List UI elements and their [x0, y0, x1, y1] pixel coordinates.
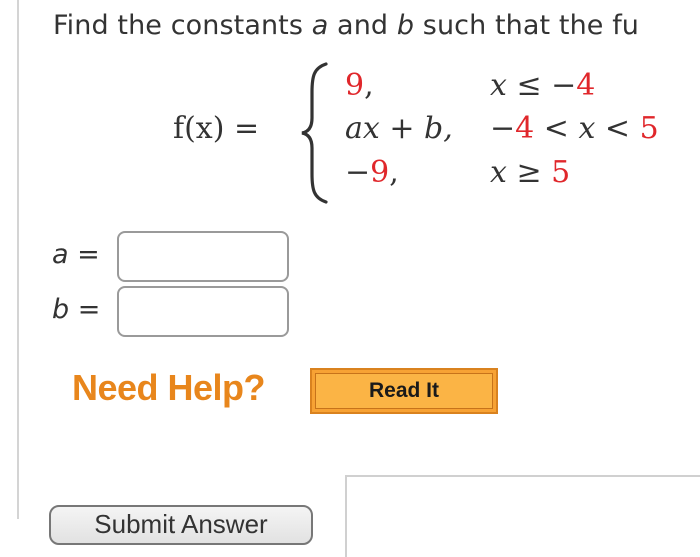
piece-1-condition: x ≤ −4: [490, 68, 596, 103]
submit-answer-button[interactable]: Submit Answer: [49, 505, 313, 545]
b-label: b =: [52, 294, 101, 325]
piece-3-value: −9,: [345, 155, 399, 190]
read-it-label: Read It: [315, 373, 493, 409]
function-lhs: f(x) =: [173, 111, 260, 146]
b-answer-input[interactable]: [117, 286, 289, 337]
piecewise-function: f(x) = 9, x ≤ −4 ax + b, −4 < x < 5 −9, …: [0, 0, 700, 230]
piece-1-value: 9,: [345, 68, 374, 103]
piece-2-value: ax + b,: [345, 111, 453, 146]
piece-2-condition: −4 < x < 5: [490, 111, 659, 146]
piece-3-condition: x ≥ 5: [490, 155, 571, 190]
left-brace-icon: [301, 62, 328, 204]
need-help-label: Need Help?: [72, 367, 266, 408]
side-panel: [345, 475, 700, 557]
read-it-button[interactable]: Read It: [310, 368, 498, 414]
a-label: a =: [52, 239, 100, 270]
a-answer-input[interactable]: [117, 231, 289, 282]
